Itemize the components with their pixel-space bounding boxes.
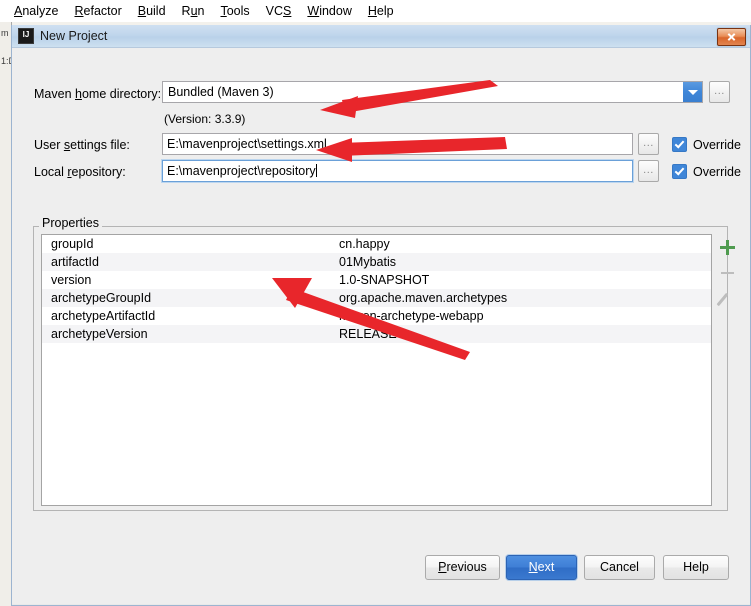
local-repo-label-pre: Local (34, 165, 68, 179)
property-value: 01Mybatis (339, 255, 396, 269)
menu-run-mnemonic: u (190, 4, 198, 18)
previous-post: revious (446, 560, 487, 574)
table-row[interactable]: archetypeVersion RELEASE (42, 325, 711, 343)
menu-item-vcs[interactable]: VCS (258, 1, 300, 21)
menu-run-pre: R (181, 4, 191, 18)
property-key: artifactId (51, 255, 99, 269)
maven-home-label-post: ome directory: (81, 87, 162, 101)
menu-item-run[interactable]: Run (174, 1, 213, 21)
properties-group-legend: Properties (39, 216, 102, 230)
dialog-title-bar: New Project (12, 25, 750, 48)
property-value: maven-archetype-webapp (339, 309, 484, 323)
property-value: 1.0-SNAPSHOT (339, 273, 430, 287)
menu-analyze-post: nalyze (22, 4, 59, 18)
property-key: groupId (51, 237, 94, 251)
help-label: Help (683, 560, 709, 574)
user-settings-file-input[interactable]: E:\mavenproject\settings.xml (162, 133, 633, 155)
cancel-button[interactable]: Cancel (584, 555, 655, 580)
maven-version-note: (Version: 3.3.9) (164, 112, 246, 126)
menu-item-refactor[interactable]: Refactor (66, 1, 129, 21)
menu-item-tools[interactable]: Tools (212, 1, 257, 21)
checkmark-icon (672, 137, 687, 152)
menu-tools-post: ools (226, 4, 250, 18)
property-key: archetypeVersion (51, 327, 148, 341)
properties-table[interactable]: groupId cn.happy artifactId 01Mybatis ve… (41, 234, 712, 506)
property-key: version (51, 273, 92, 287)
local-repository-override-checkbox[interactable]: Override (672, 164, 741, 179)
menu-help-mnemonic: H (367, 4, 377, 18)
dialog-title: New Project (40, 29, 108, 43)
new-project-dialog: New Project Maven home directory: Bundle… (11, 25, 751, 606)
menu-item-build[interactable]: Build (130, 1, 174, 21)
menu-item-help[interactable]: Help (360, 1, 402, 21)
local-repository-browse-button[interactable]: ... (638, 160, 659, 182)
menu-vcs-pre: VC (265, 4, 284, 18)
maven-home-label-pre: Maven (34, 87, 75, 101)
maven-home-directory-label: Maven home directory: (34, 87, 161, 101)
property-key: archetypeGroupId (51, 291, 152, 305)
property-value: RELEASE (339, 327, 397, 341)
local-repository-input[interactable]: E:\mavenproject\repository (162, 160, 633, 182)
menu-refactor-mnemonic: R (74, 4, 84, 18)
menu-item-analyze[interactable]: Analyze (6, 1, 66, 21)
property-key: archetypeArtifactId (51, 309, 156, 323)
maven-home-label-mnemonic: h (75, 87, 82, 101)
dialog-body: Maven home directory: Bundled (Maven 3) … (12, 48, 750, 604)
table-row[interactable]: groupId cn.happy (42, 235, 711, 253)
checkmark-icon (672, 164, 687, 179)
ide-left-strip-label: m (1, 28, 9, 38)
next-mnemonic: N (528, 560, 538, 574)
user-settings-override-checkbox[interactable]: Override (672, 137, 741, 152)
user-settings-override-label: Override (693, 137, 741, 152)
user-settings-label-post: ettings file: (70, 138, 130, 152)
menu-window-post: indow (319, 4, 352, 18)
plus-icon[interactable] (715, 234, 740, 260)
table-row[interactable]: archetypeArtifactId maven-archetype-weba… (42, 307, 711, 325)
local-repo-label-post: epository: (71, 165, 126, 179)
user-settings-browse-button[interactable]: ... (638, 133, 659, 155)
local-repository-label: Local repository: (34, 165, 126, 179)
property-value: org.apache.maven.archetypes (339, 291, 508, 305)
menu-build-mnemonic: B (137, 4, 147, 18)
minus-icon[interactable] (715, 260, 740, 286)
menu-item-window[interactable]: Window (299, 1, 359, 21)
property-value: cn.happy (339, 237, 390, 251)
menu-help-post: elp (376, 4, 394, 18)
menu-run-post: n (197, 4, 205, 18)
properties-toolbar (715, 234, 740, 506)
maven-home-browse-button[interactable]: ... (709, 81, 730, 103)
close-icon[interactable] (717, 28, 746, 46)
menu-bar: Analyze Refactor Build Run Tools VCS Win… (0, 0, 751, 22)
help-button[interactable]: Help (663, 555, 729, 580)
user-settings-file-label: User settings file: (34, 138, 130, 152)
menu-vcs-mnemonic: S (283, 4, 292, 18)
user-settings-label-pre: User (34, 138, 64, 152)
chevron-down-icon[interactable] (683, 82, 702, 102)
maven-home-directory-value: Bundled (Maven 3) (168, 85, 274, 99)
previous-button[interactable]: Previous (425, 555, 500, 580)
pencil-icon[interactable] (715, 286, 740, 312)
menu-window-mnemonic: W (307, 4, 320, 18)
next-post: ext (537, 560, 555, 574)
intellij-idea-icon (18, 28, 34, 44)
menu-refactor-post: efactor (83, 4, 122, 18)
menu-build-post: uild (146, 4, 166, 18)
next-button[interactable]: Next (506, 555, 577, 580)
local-repository-override-label: Override (693, 164, 741, 179)
table-row[interactable]: version 1.0-SNAPSHOT (42, 271, 711, 289)
table-row[interactable]: archetypeGroupId org.apache.maven.archet… (42, 289, 711, 307)
previous-mnemonic: P (438, 560, 447, 574)
maven-home-directory-combobox[interactable]: Bundled (Maven 3) (162, 81, 703, 103)
cancel-label: Cancel (600, 560, 639, 574)
table-row[interactable]: artifactId 01Mybatis (42, 253, 711, 271)
